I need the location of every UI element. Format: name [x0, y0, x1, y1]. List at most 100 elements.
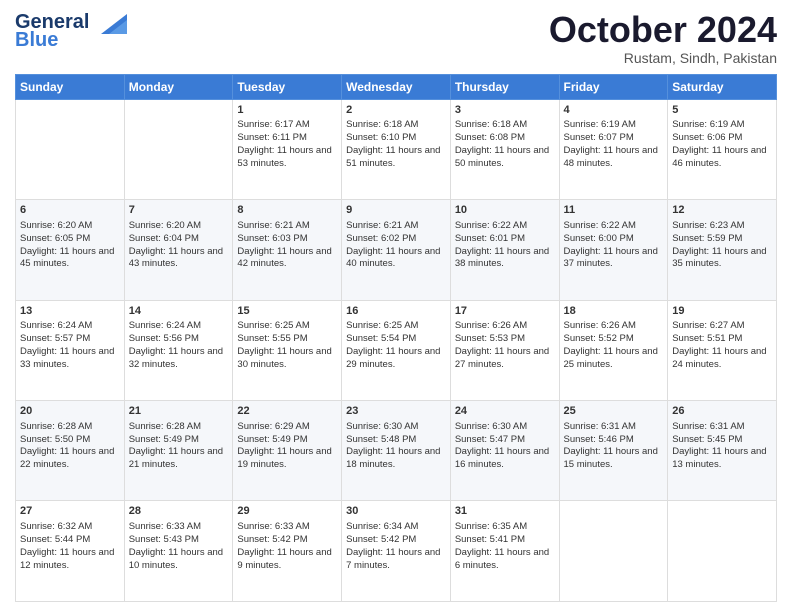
cell-text: Daylight: 11 hours and 40 minutes. — [346, 246, 446, 272]
day-number: 8 — [237, 203, 337, 218]
cell-text: Sunset: 6:04 PM — [129, 233, 229, 246]
day-number: 6 — [20, 203, 120, 218]
logo-blue: Blue — [15, 30, 58, 50]
cell-text: Sunset: 5:42 PM — [237, 534, 337, 547]
calendar-cell: 18Sunrise: 6:26 AMSunset: 5:52 PMDayligh… — [559, 300, 668, 400]
cell-text: Sunset: 5:54 PM — [346, 333, 446, 346]
cell-text: Sunrise: 6:25 AM — [346, 320, 446, 333]
cell-text: Daylight: 11 hours and 53 minutes. — [237, 145, 337, 171]
cell-text: Daylight: 11 hours and 25 minutes. — [564, 346, 664, 372]
cell-text: Sunset: 6:01 PM — [455, 233, 555, 246]
cell-text: Sunrise: 6:31 AM — [564, 421, 664, 434]
cell-text: Daylight: 11 hours and 29 minutes. — [346, 346, 446, 372]
location: Rustam, Sindh, Pakistan — [549, 50, 777, 66]
cell-text: Daylight: 11 hours and 32 minutes. — [129, 346, 229, 372]
page: General Blue October 2024 Rustam, Sindh,… — [0, 0, 792, 612]
cell-text: Sunset: 5:47 PM — [455, 434, 555, 447]
calendar-cell: 16Sunrise: 6:25 AMSunset: 5:54 PMDayligh… — [342, 300, 451, 400]
col-tuesday: Tuesday — [233, 74, 342, 99]
cell-text: Sunset: 6:06 PM — [672, 132, 772, 145]
cell-text: Sunset: 5:46 PM — [564, 434, 664, 447]
cell-text: Sunset: 6:08 PM — [455, 132, 555, 145]
cell-text: Sunrise: 6:19 AM — [564, 119, 664, 132]
cell-text: Sunrise: 6:33 AM — [237, 521, 337, 534]
calendar-week-row: 6Sunrise: 6:20 AMSunset: 6:05 PMDaylight… — [16, 200, 777, 300]
cell-text: Daylight: 11 hours and 22 minutes. — [20, 446, 120, 472]
day-number: 27 — [20, 504, 120, 519]
cell-text: Daylight: 11 hours and 10 minutes. — [129, 547, 229, 573]
cell-text: Sunset: 6:00 PM — [564, 233, 664, 246]
cell-text: Daylight: 11 hours and 13 minutes. — [672, 446, 772, 472]
calendar-cell: 7Sunrise: 6:20 AMSunset: 6:04 PMDaylight… — [124, 200, 233, 300]
cell-text: Daylight: 11 hours and 9 minutes. — [237, 547, 337, 573]
cell-text: Sunrise: 6:28 AM — [129, 421, 229, 434]
cell-text: Sunrise: 6:22 AM — [455, 220, 555, 233]
cell-text: Sunset: 6:07 PM — [564, 132, 664, 145]
cell-text: Sunset: 5:57 PM — [20, 333, 120, 346]
calendar-cell: 3Sunrise: 6:18 AMSunset: 6:08 PMDaylight… — [450, 99, 559, 199]
calendar-cell: 5Sunrise: 6:19 AMSunset: 6:06 PMDaylight… — [668, 99, 777, 199]
calendar-cell: 11Sunrise: 6:22 AMSunset: 6:00 PMDayligh… — [559, 200, 668, 300]
cell-text: Sunset: 5:48 PM — [346, 434, 446, 447]
calendar-cell: 9Sunrise: 6:21 AMSunset: 6:02 PMDaylight… — [342, 200, 451, 300]
day-number: 4 — [564, 103, 664, 118]
cell-text: Sunrise: 6:27 AM — [672, 320, 772, 333]
calendar-cell: 4Sunrise: 6:19 AMSunset: 6:07 PMDaylight… — [559, 99, 668, 199]
day-number: 23 — [346, 404, 446, 419]
cell-text: Sunset: 5:44 PM — [20, 534, 120, 547]
cell-text: Daylight: 11 hours and 50 minutes. — [455, 145, 555, 171]
calendar-cell: 22Sunrise: 6:29 AMSunset: 5:49 PMDayligh… — [233, 401, 342, 501]
cell-text: Daylight: 11 hours and 38 minutes. — [455, 246, 555, 272]
cell-text: Daylight: 11 hours and 19 minutes. — [237, 446, 337, 472]
cell-text: Sunrise: 6:20 AM — [129, 220, 229, 233]
calendar-cell: 15Sunrise: 6:25 AMSunset: 5:55 PMDayligh… — [233, 300, 342, 400]
cell-text: Sunset: 5:42 PM — [346, 534, 446, 547]
calendar-cell — [668, 501, 777, 602]
cell-text: Sunset: 5:50 PM — [20, 434, 120, 447]
calendar-week-row: 1Sunrise: 6:17 AMSunset: 6:11 PMDaylight… — [16, 99, 777, 199]
cell-text: Sunset: 5:49 PM — [237, 434, 337, 447]
day-number: 14 — [129, 304, 229, 319]
day-number: 18 — [564, 304, 664, 319]
cell-text: Daylight: 11 hours and 35 minutes. — [672, 246, 772, 272]
cell-text: Daylight: 11 hours and 46 minutes. — [672, 145, 772, 171]
calendar-table: Sunday Monday Tuesday Wednesday Thursday… — [15, 74, 777, 602]
month-title: October 2024 — [549, 10, 777, 50]
cell-text: Sunrise: 6:24 AM — [20, 320, 120, 333]
day-number: 3 — [455, 103, 555, 118]
cell-text: Daylight: 11 hours and 6 minutes. — [455, 547, 555, 573]
day-number: 13 — [20, 304, 120, 319]
day-number: 15 — [237, 304, 337, 319]
cell-text: Daylight: 11 hours and 27 minutes. — [455, 346, 555, 372]
calendar-cell: 29Sunrise: 6:33 AMSunset: 5:42 PMDayligh… — [233, 501, 342, 602]
cell-text: Sunset: 6:05 PM — [20, 233, 120, 246]
cell-text: Sunrise: 6:20 AM — [20, 220, 120, 233]
cell-text: Sunset: 5:41 PM — [455, 534, 555, 547]
calendar-week-row: 20Sunrise: 6:28 AMSunset: 5:50 PMDayligh… — [16, 401, 777, 501]
day-number: 30 — [346, 504, 446, 519]
day-number: 21 — [129, 404, 229, 419]
cell-text: Sunrise: 6:21 AM — [346, 220, 446, 233]
cell-text: Sunrise: 6:34 AM — [346, 521, 446, 534]
day-number: 11 — [564, 203, 664, 218]
cell-text: Sunset: 5:53 PM — [455, 333, 555, 346]
cell-text: Sunrise: 6:31 AM — [672, 421, 772, 434]
cell-text: Daylight: 11 hours and 24 minutes. — [672, 346, 772, 372]
cell-text: Sunrise: 6:18 AM — [455, 119, 555, 132]
cell-text: Daylight: 11 hours and 48 minutes. — [564, 145, 664, 171]
cell-text: Sunset: 6:03 PM — [237, 233, 337, 246]
logo-icon — [91, 12, 127, 34]
cell-text: Sunrise: 6:26 AM — [455, 320, 555, 333]
day-number: 5 — [672, 103, 772, 118]
calendar-cell: 2Sunrise: 6:18 AMSunset: 6:10 PMDaylight… — [342, 99, 451, 199]
calendar-cell: 10Sunrise: 6:22 AMSunset: 6:01 PMDayligh… — [450, 200, 559, 300]
cell-text: Sunset: 5:56 PM — [129, 333, 229, 346]
calendar-cell: 23Sunrise: 6:30 AMSunset: 5:48 PMDayligh… — [342, 401, 451, 501]
cell-text: Sunset: 5:43 PM — [129, 534, 229, 547]
calendar-week-row: 27Sunrise: 6:32 AMSunset: 5:44 PMDayligh… — [16, 501, 777, 602]
cell-text: Daylight: 11 hours and 45 minutes. — [20, 246, 120, 272]
calendar-cell: 12Sunrise: 6:23 AMSunset: 5:59 PMDayligh… — [668, 200, 777, 300]
day-number: 16 — [346, 304, 446, 319]
calendar-cell: 19Sunrise: 6:27 AMSunset: 5:51 PMDayligh… — [668, 300, 777, 400]
calendar-cell: 8Sunrise: 6:21 AMSunset: 6:03 PMDaylight… — [233, 200, 342, 300]
